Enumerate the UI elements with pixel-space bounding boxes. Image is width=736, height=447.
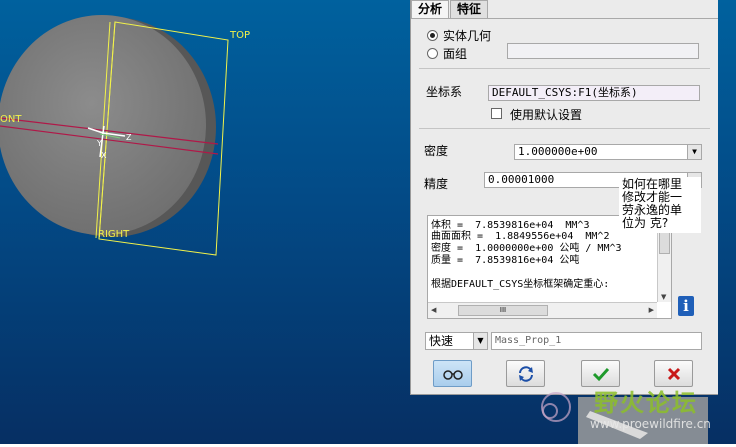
density-field[interactable]: 1.000000e+00 ▼ xyxy=(514,144,702,160)
solid-geometry-label: 实体几何 xyxy=(443,29,492,43)
csys-label: 坐标系 xyxy=(426,85,463,99)
solid-geometry-radio[interactable] xyxy=(427,30,438,41)
glasses-icon xyxy=(442,369,463,380)
checkmark-icon xyxy=(592,367,609,381)
watermark-url: www.proewildfire.cn xyxy=(590,417,711,431)
mode-value: 快速 xyxy=(429,334,454,348)
top-plane-label: TOP xyxy=(230,30,251,41)
results-horizontal-scrollbar[interactable]: ◀ III ▶ xyxy=(428,302,657,318)
preview-button[interactable] xyxy=(433,360,472,387)
watermark-text: 野火论坛 xyxy=(594,389,698,417)
result-line: 曲面面积 = 1.8849556e+04 MM^2 xyxy=(431,231,610,242)
tab-underline xyxy=(411,18,718,19)
use-default-checkbox[interactable] xyxy=(491,108,502,119)
precision-label: 精度 xyxy=(424,177,449,191)
question-annotation: 如何在哪里 修改才能一 劳永逸的单 位为 克? xyxy=(619,177,701,233)
model-canvas[interactable]: Z Y X xyxy=(0,0,410,444)
result-line: 根据DEFAULT_CSYS坐标框架确定重心: xyxy=(431,279,610,290)
tab-analysis[interactable]: 分析 xyxy=(411,0,450,18)
panel-tabs: 分析 特征 xyxy=(411,0,489,18)
solid-geometry-option[interactable]: 实体几何 xyxy=(427,27,491,44)
precision-value: 0.00001000 xyxy=(488,173,555,186)
result-line: 质量 = 7.8539816e+04 公吨 xyxy=(431,255,580,266)
annotation-line: 位为 克? xyxy=(622,216,669,230)
right-plane-label: RIGHT xyxy=(98,229,130,240)
scroll-right-icon[interactable]: ▶ xyxy=(649,306,654,314)
result-line: 体积 = 7.8539816e+04 MM^3 xyxy=(431,220,590,231)
divider xyxy=(419,128,710,129)
scroll-thumb[interactable]: III xyxy=(458,305,548,316)
svg-text:Y: Y xyxy=(96,139,102,148)
scroll-down-icon[interactable]: ▼ xyxy=(661,293,666,301)
svg-text:X: X xyxy=(101,151,107,160)
surface-collector[interactable] xyxy=(507,43,699,59)
tab-feature[interactable]: 特征 xyxy=(450,0,489,18)
density-label: 密度 xyxy=(424,144,449,158)
mode-select[interactable]: 快速 ▼ xyxy=(425,332,488,350)
forum-watermark: 野火论坛 www.proewildfire.cn xyxy=(528,381,736,444)
svg-text:Z: Z xyxy=(126,133,132,142)
front-plane-label: ONT xyxy=(0,114,22,125)
close-icon xyxy=(667,367,680,380)
refresh-icon xyxy=(518,365,533,382)
csys-collector[interactable]: DEFAULT_CSYS:F1(坐标系) xyxy=(488,85,700,101)
chevron-down-icon[interactable]: ▼ xyxy=(687,145,701,159)
analysis-name-field[interactable]: Mass_Prop_1 xyxy=(491,332,702,350)
divider xyxy=(419,68,710,69)
use-default-label: 使用默认设置 xyxy=(510,108,583,122)
surface-label: 面组 xyxy=(443,47,468,61)
info-icon[interactable]: i xyxy=(678,296,694,316)
density-value: 1.000000e+00 xyxy=(518,145,598,158)
result-line: 密度 = 1.0000000e+00 公吨 / MM^3 xyxy=(431,243,622,254)
scroll-left-icon[interactable]: ◀ xyxy=(431,306,436,314)
surface-radio[interactable] xyxy=(427,48,438,59)
chevron-down-icon[interactable]: ▼ xyxy=(473,333,487,349)
surface-option[interactable]: 面组 xyxy=(427,45,467,62)
scroll-thumb[interactable] xyxy=(659,230,670,254)
